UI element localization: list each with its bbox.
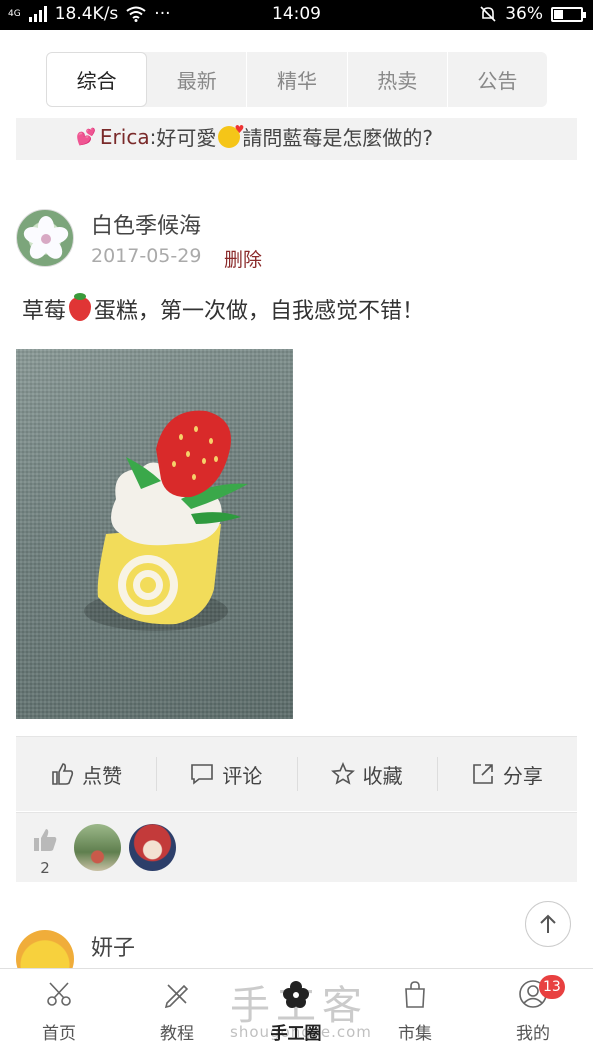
like-count: 2 [40,859,50,877]
tab-3[interactable]: 热卖 [348,52,448,107]
post-author[interactable]: 白色季候海 [91,208,201,240]
bottom-navigation: 手工客 shougongke.com 首页教程手工圈市集我的13 [0,968,593,1054]
post-actions: 点赞 评论 收藏 分享 [16,736,577,811]
scroll-to-top-button[interactable] [525,901,571,947]
author-avatar[interactable] [16,209,74,267]
action-label: 分享 [502,763,543,788]
cake-illustration [84,410,248,631]
flower-icon [283,981,309,1008]
nav-label: 首页 [42,1024,76,1044]
nav-label: 手工圈 [270,1024,322,1044]
star-button[interactable]: 收藏 [296,737,437,811]
thumbs-up-icon [52,763,74,785]
nav-label: 我的 [516,1024,550,1044]
share-icon [473,764,493,784]
tab-2[interactable]: 精华 [247,52,348,107]
star-icon [330,762,355,785]
action-label: 收藏 [362,763,403,788]
nav-item-3[interactable]: 市集 [375,979,455,1044]
action-label: 评论 [222,763,263,788]
share-button[interactable]: 分享 [436,737,577,811]
nav-label: 市集 [398,1024,432,1044]
scissors-icon [47,982,71,1006]
delete-button[interactable]: 删除 [224,245,262,272]
action-label: 点赞 [82,763,123,788]
liker-avatar[interactable] [129,824,176,871]
kiss-face-emoji-icon [218,123,244,148]
notification-badge: 13 [539,975,565,999]
battery-icon [551,6,586,22]
liked-thumb-icon [34,829,57,851]
comment-button[interactable]: 评论 [156,737,296,811]
comment-icon [191,764,214,785]
tab-1[interactable]: 最新 [147,52,248,107]
comment-preview[interactable]: 💕 Erica : 好可愛 請問藍莓是怎麼做的? [16,118,577,160]
thumbs-up-button[interactable]: 点赞 [16,737,156,811]
post-date: 2017-05-29 [91,245,202,267]
post-text-end: 蛋糕，第一次做，自我感觉不错！ [94,299,425,324]
nav-item-0[interactable]: 首页 [19,979,99,1044]
shopping-bag-icon [405,981,425,1008]
status-bar: 4G 18.4K/s ··· 14:09 36% [0,0,593,30]
post-text-start: 草莓 [22,299,67,324]
nav-item-4[interactable]: 我的 13 [493,975,573,1044]
comment-text-end: 請問藍莓是怎麼做的? [242,126,433,150]
comment-author[interactable]: Erica [100,125,150,149]
tab-4[interactable]: 公告 [448,52,547,107]
hearts-emoji-icon: 💕 [76,127,96,146]
liker-avatar[interactable] [74,824,121,871]
comment-separator: : [149,124,157,149]
likes-row: 2 [16,812,577,882]
silent-bell-icon [480,6,496,22]
battery-percent: 36% [505,4,543,24]
tab-0[interactable]: 综合 [46,52,148,107]
post-text: 草莓 蛋糕，第一次做，自我感觉不错！ [22,293,424,325]
next-post-author[interactable]: 妍子 [91,930,135,962]
nav-item-2[interactable]: 手工圈 [256,979,336,1044]
arrow-up-icon [540,914,556,933]
nav-item-1[interactable]: 教程 [137,979,217,1044]
comment-text-start: 好可愛 [156,126,217,150]
post-photo[interactable] [16,349,293,719]
nav-label: 教程 [160,1024,194,1044]
pencil-ruler-icon [164,984,189,1009]
strawberry-emoji-icon [69,293,92,321]
category-tabs: 综合 最新 精华 热卖 公告 [46,52,547,107]
